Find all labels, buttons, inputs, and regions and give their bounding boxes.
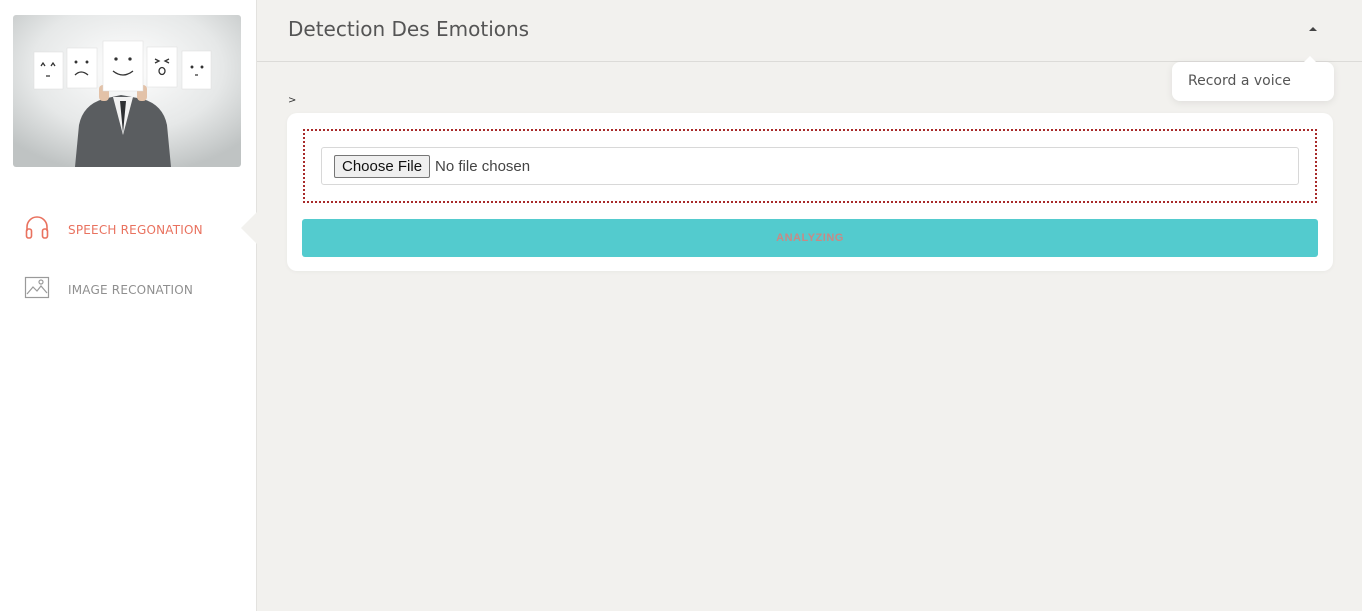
sidebar-item-label: SPEECH REGONATION (68, 222, 203, 237)
sidebar-item-speech-regonation[interactable]: SPEECH REGONATION (24, 215, 203, 244)
sidebar: SPEECH REGONATION IMAGE RECONATION (0, 0, 257, 611)
image-icon (24, 275, 50, 304)
scrollbar-track[interactable] (1362, 0, 1367, 611)
active-item-pointer (241, 212, 257, 244)
analyze-button[interactable]: ANALYZING (302, 219, 1318, 257)
headphones-icon (24, 215, 50, 244)
upload-dropzone[interactable]: Choose File No file chosen (303, 129, 1317, 203)
page-title: Detection Des Emotions (288, 17, 530, 41)
upload-card: Choose File No file chosen ANALYZING (287, 113, 1333, 271)
record-voice-menu-item[interactable]: Record a voice (1188, 73, 1291, 89)
file-status: No file chosen (435, 157, 531, 175)
header-dropdown-menu: Record a voice (1172, 56, 1334, 101)
logo-image (13, 15, 241, 167)
choose-file-button[interactable]: Choose File (334, 154, 431, 178)
file-input[interactable]: Choose File No file chosen (321, 147, 1299, 185)
header: Detection Des Emotions (257, 0, 1362, 62)
sidebar-item-image-reconation[interactable]: IMAGE RECONATION (24, 275, 193, 304)
caret-up-icon[interactable] (1309, 27, 1317, 31)
sidebar-item-label: IMAGE RECONATION (68, 282, 194, 297)
stray-text: > (288, 95, 297, 106)
